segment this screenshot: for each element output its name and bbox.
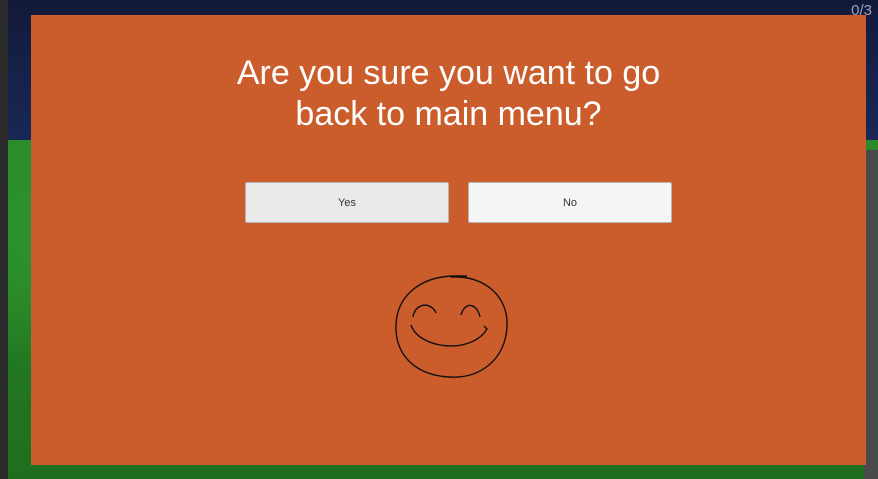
smiley-right-eye — [460, 304, 481, 318]
dialog-title: Are you sure you want to go back to main… — [236, 54, 661, 133]
smiley-face-outline — [395, 275, 508, 378]
smiley-left-eye — [412, 304, 437, 318]
smiley-mouth — [410, 324, 488, 347]
yes-button[interactable]: Yes — [245, 182, 449, 223]
smiley-icon — [395, 275, 508, 378]
left-edge-panel — [0, 0, 8, 479]
confirm-dialog: Are you sure you want to go back to main… — [31, 15, 866, 465]
no-button[interactable]: No — [468, 182, 672, 223]
right-edge-panel — [864, 150, 878, 479]
game-scene: 0/3 Are you sure you want to go back to … — [0, 0, 878, 479]
